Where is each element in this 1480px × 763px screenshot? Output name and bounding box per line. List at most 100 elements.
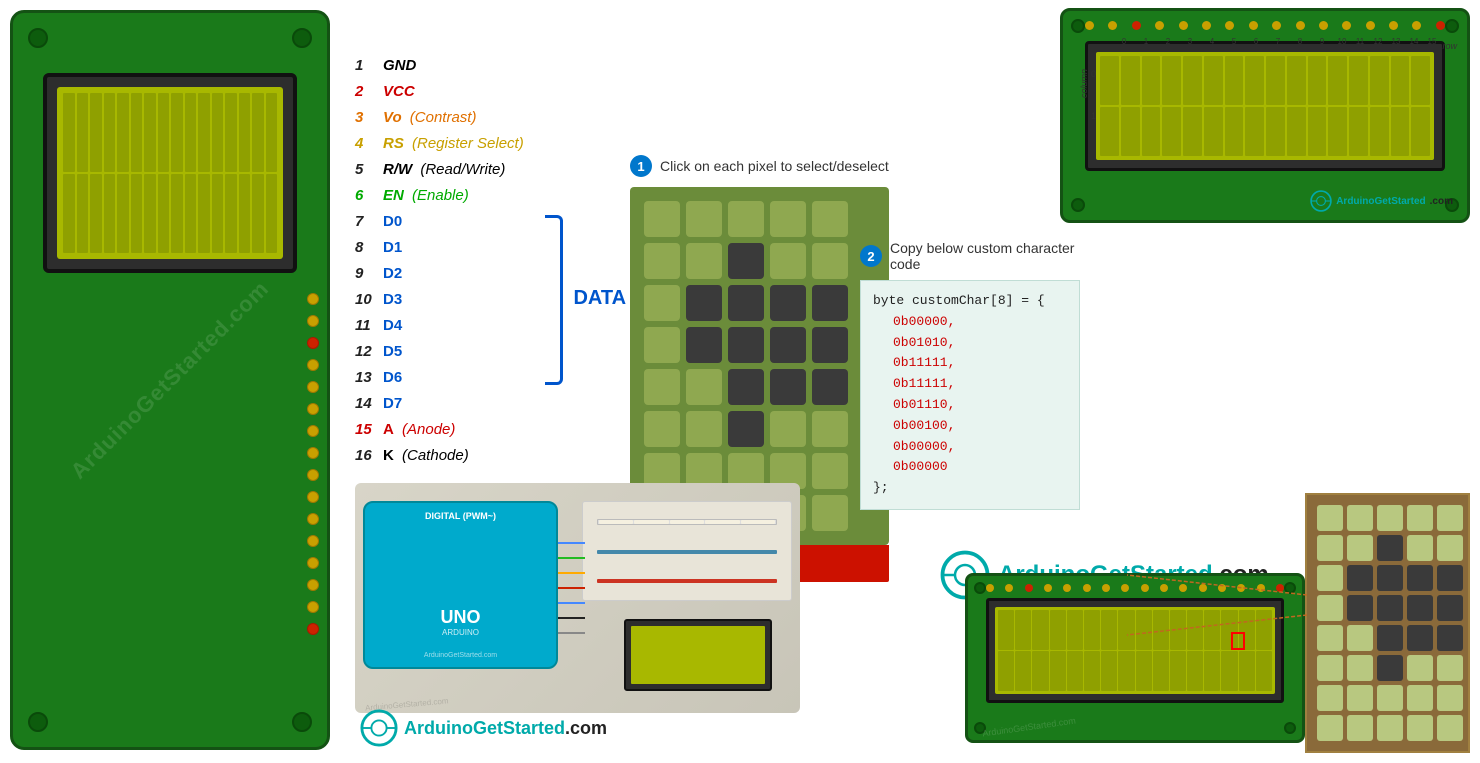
tr-pin-row [1085,21,1445,30]
left-lcd-cell-23 [158,174,170,253]
br-zoom-cell-0-4 [1437,505,1463,531]
pixel-cell-1-2[interactable] [728,243,764,279]
tr-cell-0-11 [1328,56,1347,105]
tr-col-3: 3 [1179,37,1201,46]
tr-cell-1-12 [1349,107,1368,156]
pin-desc-16: (Cathode) [398,445,469,466]
pixel-cell-7-4[interactable] [812,495,848,531]
pin-name-4: RS [383,133,404,154]
br-cell-0-4 [1067,610,1083,650]
left-lcd-cell-17 [77,174,89,253]
br-pin-4 [1044,584,1052,592]
pin-dot-14 [307,579,319,591]
pin-dot-9 [307,469,319,481]
tr-cell-0-14 [1391,56,1410,105]
br-zoom-cell-6-1 [1347,685,1373,711]
pixel-cell-3-3[interactable] [770,327,806,363]
pixel-cell-4-4[interactable] [812,369,848,405]
pixel-grid[interactable] [644,201,875,531]
code-block[interactable]: byte customChar[8] = { 0b00000, 0b01010,… [860,280,1080,510]
tr-pin-6 [1202,21,1211,30]
tr-cell-0-13 [1370,56,1389,105]
pixel-cell-1-3[interactable] [770,243,806,279]
tr-pin-14 [1389,21,1398,30]
pin-num-3: 3 [355,107,383,128]
pixel-cell-0-4[interactable] [812,201,848,237]
br-cell-1-14 [1239,651,1255,691]
left-lcd-cell-31 [266,174,278,253]
tr-pin-4 [1155,21,1164,30]
watermark-left: ArduinoGetStarted.com [66,276,275,485]
pixel-cell-3-0[interactable] [644,327,680,363]
pixel-cell-5-3[interactable] [770,411,806,447]
pixel-cell-3-1[interactable] [686,327,722,363]
br-zoom-cell-7-0 [1317,715,1343,741]
pin-num-4: 4 [355,133,383,154]
pixel-cell-4-3[interactable] [770,369,806,405]
left-lcd-cell-20 [117,174,129,253]
tr-cell-0-12 [1349,56,1368,105]
pin-num-7: 7 [355,211,383,232]
br-cell-1-0 [998,651,1014,691]
left-lcd-cell-22 [144,174,156,253]
pin-name-16: K [383,445,394,466]
pixel-cell-5-2[interactable] [728,411,764,447]
tr-col-11: 11 [1351,37,1369,46]
pixel-cell-0-1[interactable] [686,201,722,237]
pixel-cell-3-4[interactable] [812,327,848,363]
pixel-cell-2-2[interactable] [728,285,764,321]
pixel-cell-0-0[interactable] [644,201,680,237]
br-zoom-cell-1-2 [1377,535,1403,561]
corner-hole-tr [292,28,312,48]
br-pin-6 [1083,584,1091,592]
pin-row-4: 4 RS (Register Select) [355,133,524,154]
pixel-cell-0-3[interactable] [770,201,806,237]
tr-cell-1-8 [1266,107,1285,156]
pin-row-2: 2 VCC [355,81,524,102]
pixel-cell-3-2[interactable] [728,327,764,363]
pixel-cell-5-1[interactable] [686,411,722,447]
pixel-cell-2-0[interactable] [644,285,680,321]
pixel-cell-4-1[interactable] [686,369,722,405]
data-brace-symbol [545,215,563,385]
pixel-cell-6-4[interactable] [812,453,848,489]
pixel-cell-1-0[interactable] [644,243,680,279]
tr-pin-16 [1436,21,1445,30]
br-cell-1-9 [1153,651,1169,691]
tr-cell-0-10 [1308,56,1327,105]
tr-col-12: 12 [1369,37,1387,46]
pixel-cell-1-1[interactable] [686,243,722,279]
br-cell-1-3 [1050,651,1066,691]
br-cell-0-1 [1015,610,1031,650]
tr-col-7: 7 [1267,37,1289,46]
pin-row-1: 1 GND [355,55,524,76]
pin-dot-11 [307,513,319,525]
tr-corner-tl [1071,19,1085,33]
br-cell-1-1 [1015,651,1031,691]
tr-pin-11 [1319,21,1328,30]
pixel-cell-4-2[interactable] [728,369,764,405]
br-zoom-cell-4-4 [1437,625,1463,651]
corner-hole-br [292,712,312,732]
pixel-cell-1-4[interactable] [812,243,848,279]
pin-name-14: D7 [383,393,402,414]
tr-cell-1-4 [1183,107,1202,156]
pin-row-15: 15 A (Anode) [355,419,524,440]
pixel-cell-2-1[interactable] [686,285,722,321]
pixel-cell-5-4[interactable] [812,411,848,447]
step1-circle: 1 [630,155,652,177]
tr-cell-1-7 [1245,107,1264,156]
pixel-cell-2-3[interactable] [770,285,806,321]
pixel-cell-0-2[interactable] [728,201,764,237]
left-lcd-cell-13 [239,93,251,172]
pin-num-2: 2 [355,81,383,102]
pixel-cell-4-0[interactable] [644,369,680,405]
br-cell-1-13 [1221,651,1237,691]
tr-cell-1-5 [1204,107,1223,156]
pixel-cell-5-0[interactable] [644,411,680,447]
tr-col-5: 5 [1223,37,1245,46]
tr-cell-0-0 [1100,56,1119,105]
tr-lcd-inner [1096,52,1434,160]
brand-name-domain: .com [565,718,607,738]
pixel-cell-2-4[interactable] [812,285,848,321]
